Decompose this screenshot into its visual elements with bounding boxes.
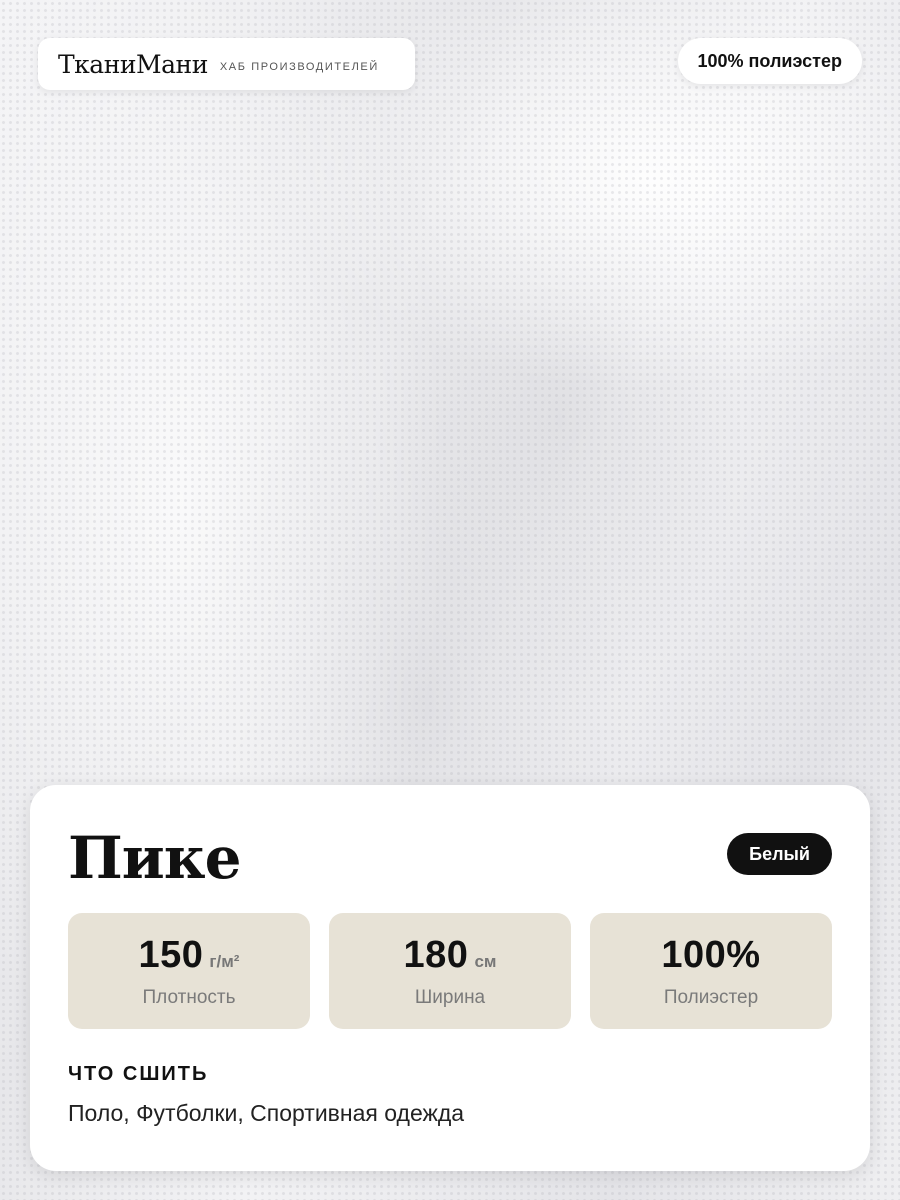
stat-label: Плотность <box>142 986 236 1008</box>
stat-value: 150 <box>138 933 204 976</box>
color-badge: Белый <box>727 833 832 875</box>
brand-logo-badge: ТканиМани ХАБ ПРОИЗВОДИТЕЛЕЙ <box>38 38 415 90</box>
stats-row: 150 г/м² Плотность 180 см Ширина 100% По… <box>68 913 832 1029</box>
stat-width: 180 см Ширина <box>329 913 571 1029</box>
stat-unit: г/м² <box>209 951 240 971</box>
stat-unit: см <box>474 951 497 971</box>
brand-subtitle: ХАБ ПРОИЗВОДИТЕЛЕЙ <box>219 61 379 73</box>
use-heading: ЧТО СШИТЬ <box>68 1063 209 1085</box>
brand-name: ТканиМани <box>58 49 208 79</box>
stat-label: Полиэстер <box>663 986 759 1008</box>
stat-value: 180 <box>403 933 469 976</box>
stat-density: 150 г/м² Плотность <box>68 913 310 1029</box>
product-title: Пике <box>68 824 242 892</box>
stat-composition: 100% Полиэстер <box>590 913 832 1029</box>
use-text: Поло, Футболки, Спортивная одежда <box>68 1100 465 1126</box>
composition-badge: 100% полиэстер <box>677 38 862 84</box>
product-info-card: Пике Белый 150 г/м² Плотность 180 см Шир… <box>30 785 870 1171</box>
stat-value: 100% <box>661 933 761 976</box>
stat-label: Ширина <box>414 986 486 1008</box>
